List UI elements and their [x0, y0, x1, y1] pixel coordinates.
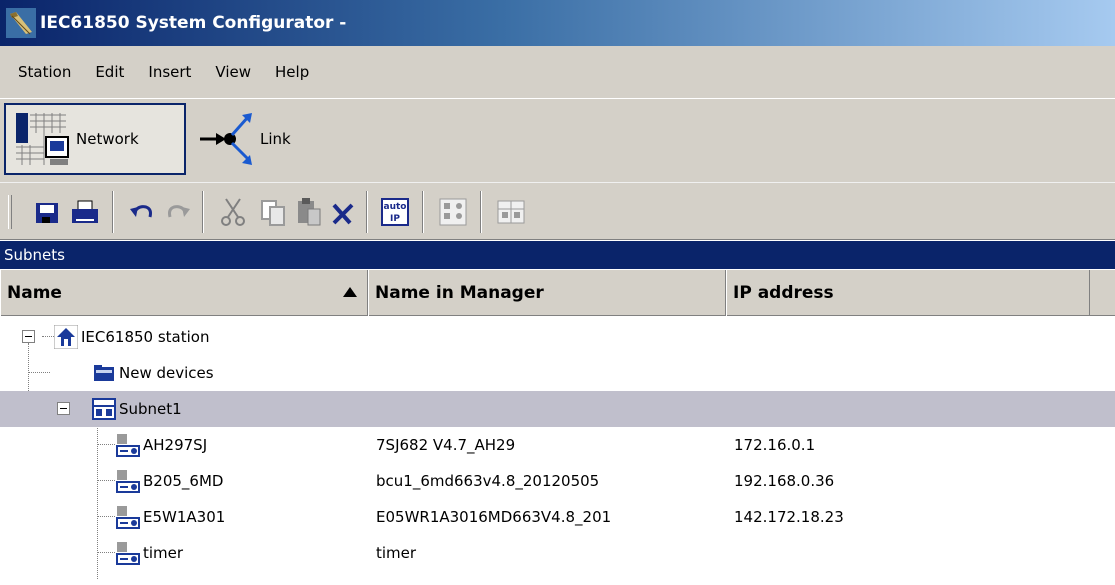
network-mode-label: Network	[76, 130, 139, 148]
subnet-grid-icon[interactable]	[494, 195, 528, 229]
tree-row-new-devices[interactable]: New devices	[0, 355, 1115, 391]
tree-label-subnet: Subnet1	[119, 400, 182, 418]
redo-icon[interactable]	[160, 195, 194, 229]
device-name: timer	[143, 544, 184, 562]
mode-toolbar: Network Link	[0, 98, 1115, 182]
column-header-ip[interactable]: IP address	[726, 270, 1090, 316]
menu-insert[interactable]: Insert	[136, 63, 203, 81]
auto-ip-bottom-text: IP	[390, 214, 400, 224]
column-header-name-text: Name	[7, 283, 62, 303]
device-ip-address: 142.172.18.23	[734, 508, 844, 526]
device-icon	[116, 506, 140, 529]
tree-row-device[interactable]: AH297SJ 7SJ682 V4.7_AH29 172.16.0.1	[0, 427, 1115, 463]
copy-icon[interactable]	[256, 195, 290, 229]
tree-label-station: IEC61850 station	[81, 328, 210, 346]
title-bar: IEC61850 System Configurator -	[0, 0, 1115, 46]
column-header-row: Name Name in Manager IP address	[0, 270, 1115, 316]
device-name: B205_6MD	[143, 472, 224, 490]
device-ip-address: 172.16.0.1	[734, 436, 816, 454]
sort-ascending-icon	[343, 287, 357, 297]
tree-label-new-devices: New devices	[119, 364, 214, 382]
paste-icon[interactable]	[292, 195, 326, 229]
device-manager-name: 7SJ682 V4.7_AH29	[376, 436, 516, 454]
menu-edit[interactable]: Edit	[83, 63, 136, 81]
undo-icon[interactable]	[126, 195, 160, 229]
tree-row-subnet[interactable]: Subnet1	[0, 391, 1115, 427]
network-mode-button[interactable]: Network	[4, 103, 186, 175]
device-manager-name: timer	[376, 544, 417, 562]
menu-view[interactable]: View	[203, 63, 263, 81]
delete-icon[interactable]	[326, 195, 360, 229]
cut-icon[interactable]	[216, 195, 250, 229]
network-grid-icon	[16, 113, 69, 165]
collapse-toggle[interactable]	[57, 402, 70, 415]
device-icon	[116, 434, 140, 457]
print-icon[interactable]	[68, 195, 102, 229]
column-header-manager-text: Name in Manager	[375, 283, 544, 303]
auto-ip-top-text: auto	[384, 202, 407, 212]
device-icon	[116, 542, 140, 565]
link-mode-label: Link	[260, 130, 291, 148]
folder-icon	[94, 365, 114, 381]
toolbar-separator	[112, 191, 114, 233]
menu-bar: Station Edit Insert View Help	[0, 46, 1115, 98]
standard-toolbar: auto IP	[0, 182, 1115, 240]
device-manager-name: E05WR1A3016MD663V4.8_201	[376, 508, 612, 526]
window-title: IEC61850 System Configurator -	[40, 13, 347, 33]
subnet-tree: IEC61850 station New devices Subnet1 AH2…	[0, 317, 1115, 585]
subnets-panel-title: Subnets	[0, 241, 1115, 269]
toolbar-separator	[202, 191, 204, 233]
menu-station[interactable]: Station	[6, 63, 83, 81]
menu-help[interactable]: Help	[263, 63, 321, 81]
app-icon	[6, 8, 36, 38]
toolbar-separator	[422, 191, 424, 233]
collapse-toggle[interactable]	[22, 330, 35, 343]
subnets-title-text: Subnets	[4, 246, 65, 264]
toolbar-separator	[366, 191, 368, 233]
auto-ip-icon[interactable]: auto IP	[378, 195, 412, 229]
tree-row-device[interactable]: B205_6MD bcu1_6md663v4.8_20120505 192.16…	[0, 463, 1115, 499]
save-icon[interactable]	[30, 195, 64, 229]
tree-row-device[interactable]: E5W1A301 E05WR1A3016MD663V4.8_201 142.17…	[0, 499, 1115, 535]
tree-row-device[interactable]: timer timer	[0, 535, 1115, 571]
tree-row-station[interactable]: IEC61850 station	[0, 319, 1115, 355]
device-ip-address: 192.168.0.36	[734, 472, 835, 490]
device-name: E5W1A301	[143, 508, 226, 526]
toolbar-grip[interactable]	[8, 195, 12, 229]
device-manager-name: bcu1_6md663v4.8_20120505	[376, 472, 600, 490]
subnet-icon	[92, 398, 116, 420]
column-header-name[interactable]: Name	[0, 270, 368, 316]
column-header-ip-text: IP address	[733, 283, 834, 303]
link-arrows-icon	[200, 113, 252, 165]
home-icon	[54, 325, 78, 349]
device-link-icon[interactable]	[436, 195, 470, 229]
device-icon	[116, 470, 140, 493]
column-header-manager[interactable]: Name in Manager	[368, 270, 726, 316]
toolbar-separator	[480, 191, 482, 233]
device-name: AH297SJ	[143, 436, 208, 454]
link-mode-button[interactable]: Link	[190, 103, 310, 175]
